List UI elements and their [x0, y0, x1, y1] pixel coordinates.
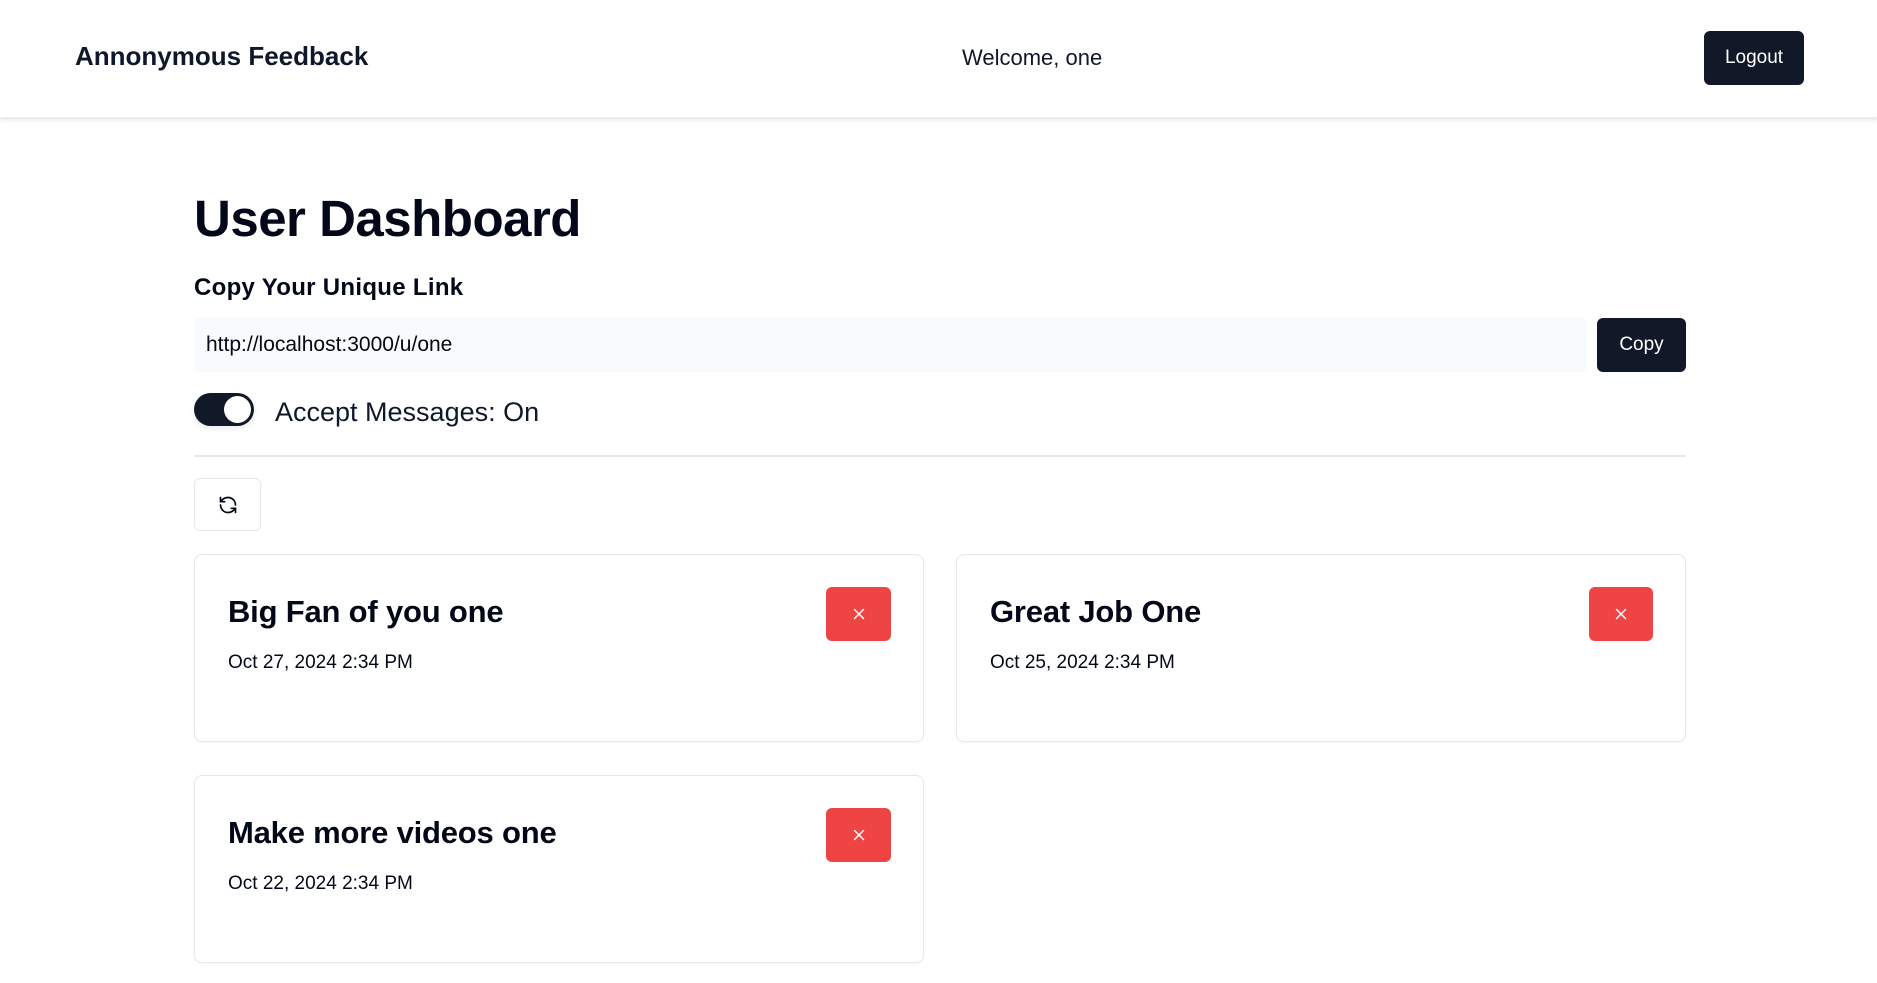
unique-link-heading: Copy Your Unique Link: [194, 274, 464, 301]
message-date: Oct 25, 2024 2:34 PM: [990, 652, 1175, 673]
page-title: User Dashboard: [194, 190, 581, 247]
navbar: Annonymous Feedback Welcome, one Logout: [0, 0, 1877, 118]
app-brand: Annonymous Feedback: [75, 41, 369, 71]
accept-messages-switch[interactable]: [194, 393, 254, 426]
close-icon: [1612, 605, 1630, 623]
accept-messages-label: Accept Messages: On: [275, 397, 540, 427]
logout-button[interactable]: Logout: [1704, 31, 1804, 85]
delete-message-button[interactable]: [826, 808, 891, 862]
switch-thumb: [224, 396, 251, 423]
separator: [194, 455, 1686, 457]
refresh-icon: [218, 495, 238, 515]
message-content: Make more videos one: [228, 815, 557, 850]
message-card: Big Fan of you one Oct 27, 2024 2:34 PM: [194, 554, 924, 742]
welcome-text: Welcome, one: [962, 45, 1103, 70]
refresh-button[interactable]: [194, 478, 261, 531]
close-icon: [850, 605, 868, 623]
delete-message-button[interactable]: [826, 587, 891, 641]
message-content: Great Job One: [990, 594, 1202, 629]
message-card: Great Job One Oct 25, 2024 2:34 PM: [956, 554, 1686, 742]
unique-link-input[interactable]: [194, 318, 1587, 372]
message-date: Oct 22, 2024 2:34 PM: [228, 873, 413, 894]
message-content: Big Fan of you one: [228, 594, 504, 629]
message-date: Oct 27, 2024 2:34 PM: [228, 652, 413, 673]
copy-button[interactable]: Copy: [1597, 318, 1686, 372]
delete-message-button[interactable]: [1589, 587, 1653, 641]
message-card: Make more videos one Oct 22, 2024 2:34 P…: [194, 775, 924, 963]
close-icon: [850, 826, 868, 844]
